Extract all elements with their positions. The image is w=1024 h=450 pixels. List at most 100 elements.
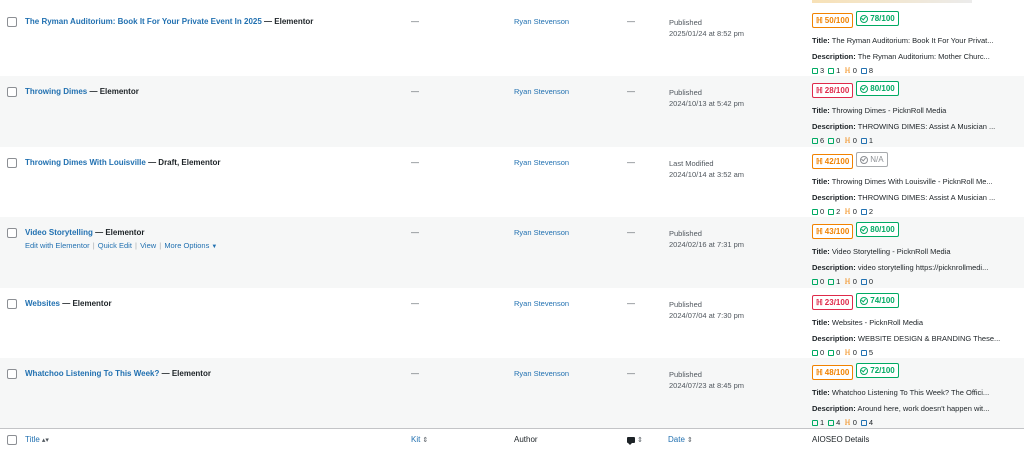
quick-edit-link[interactable]: Quick Edit xyxy=(98,241,132,250)
outbound-links-count: 8 xyxy=(860,66,873,75)
seo-title-line: Title: The Ryman Auditorium: Book It For… xyxy=(812,36,994,45)
post-state: — Elementor xyxy=(161,369,211,378)
seo-title-line: Title: Websites - PicknRoll Media xyxy=(812,318,924,327)
select-all-checkbox[interactable] xyxy=(7,435,17,445)
author-link[interactable]: Ryan Stevenson xyxy=(514,158,569,167)
date-value: 2024/07/23 at 8:45 pm xyxy=(669,381,745,390)
date-value: 2025/01/24 at 8:52 pm xyxy=(669,29,745,38)
outbound-link-icon xyxy=(860,349,867,356)
link-counts: 60 ℍ01 xyxy=(812,136,1018,145)
internal-links-count: 0 xyxy=(812,348,824,357)
seo-description-line: Description: THROWING DIMES: Assist A Mu… xyxy=(812,122,996,131)
link-counts: 14ℍ04 xyxy=(812,418,1018,427)
seo-description-line: Description: video storytelling https://… xyxy=(812,263,989,272)
post-title-link[interactable]: Throwing Dimes With Louisville xyxy=(25,158,146,167)
kit-value: — xyxy=(411,228,419,237)
row-checkbox[interactable] xyxy=(7,17,17,27)
row-checkbox[interactable] xyxy=(7,228,17,238)
more-options-link[interactable]: More Options ▼ xyxy=(164,241,217,250)
post-title-link[interactable]: Video Storytelling xyxy=(25,228,93,237)
headline-score-badge[interactable]: 72/100 xyxy=(856,363,899,378)
headline-score-badge[interactable]: 80/100 xyxy=(856,81,899,96)
headline-score-badge[interactable]: 80/100 xyxy=(856,222,899,237)
table-row: Throwing Dimes With Louisville — Draft, … xyxy=(0,147,1024,218)
trueseo-score-badge[interactable]: ℍ 43/100 xyxy=(812,223,854,239)
view-link[interactable]: View xyxy=(140,241,156,250)
aioseo-details: ℍ 42/100 N/A Title: Throwing Dimes With Lou… xyxy=(812,152,1018,216)
trueseo-score-badge[interactable]: ℍ 23/100 xyxy=(812,294,854,310)
date-cell: Published 2024/07/23 at 8:45 pm xyxy=(669,369,744,391)
aioseo-details: ℍ 28/100 80/100 Title: Throwing Dimes - Pic… xyxy=(812,81,1018,145)
comments-value: — xyxy=(627,228,635,237)
date-status: Published xyxy=(669,88,702,97)
link-counts: 31 ℍ08 xyxy=(812,66,1018,75)
table-row: Throwing Dimes — Elementor — Ryan Stevenso… xyxy=(0,76,1024,147)
internal-link-icon xyxy=(812,67,818,74)
author-link[interactable]: Ryan Stevenson xyxy=(514,369,569,378)
kit-value: — xyxy=(411,17,419,26)
post-title-cell: Video Storytelling — Elementor xyxy=(25,228,144,237)
headline-score-icon xyxy=(860,225,869,234)
row-checkbox[interactable] xyxy=(7,299,17,309)
post-title-link[interactable]: Throwing Dimes xyxy=(25,87,87,96)
date-cell: Last Modified 2024/10/14 at 3:52 am xyxy=(669,158,744,180)
seo-description-line: Description: THROWING DIMES: Assist A Mu… xyxy=(812,193,996,202)
headline-score-badge[interactable]: 78/100 xyxy=(856,11,899,26)
trueseo-icon: ℍ xyxy=(816,156,823,166)
date-column-header[interactable]: Date ⇕ xyxy=(668,435,693,444)
affiliate-links-count: ℍ0 xyxy=(844,277,857,286)
kit-column-header[interactable]: Kit ⇕ xyxy=(411,435,428,444)
author-link[interactable]: Ryan Stevenson xyxy=(514,17,569,26)
table-footer-header: Title ▴▾ Kit ⇕ Author ⇕ Date ⇕ AIOSEO Detai… xyxy=(0,428,1024,450)
table-row: Whatchoo Listening To This Week? — Eleme… xyxy=(0,358,1024,429)
internal-links-count: 3 xyxy=(812,66,824,75)
date-status: Last Modified xyxy=(669,159,714,168)
trueseo-icon: ℍ xyxy=(816,85,823,95)
aioseo-column-header: AIOSEO Details xyxy=(812,435,870,444)
edit-with-elementor-link[interactable]: Edit with Elementor xyxy=(25,241,90,250)
external-link-icon xyxy=(828,349,835,356)
row-checkbox[interactable] xyxy=(7,87,17,97)
headline-score-icon xyxy=(860,366,869,375)
sort-icon: ▴▾ xyxy=(41,437,49,444)
affiliate-link-icon: ℍ xyxy=(844,348,851,357)
link-counts: 02ℍ02 xyxy=(812,207,1018,216)
sort-icon: ⇕ xyxy=(637,437,643,444)
post-title-link[interactable]: Whatchoo Listening To This Week? xyxy=(25,369,159,378)
affiliate-links-count: ℍ0 xyxy=(844,136,857,145)
post-title-cell: Websites — Elementor xyxy=(25,299,112,308)
author-link[interactable]: Ryan Stevenson xyxy=(514,299,569,308)
trueseo-score-badge[interactable]: ℍ 28/100 xyxy=(812,82,854,98)
internal-links-count: 6 xyxy=(812,136,824,145)
comment-bubble-icon xyxy=(627,437,635,445)
trueseo-icon: ℍ xyxy=(816,297,823,307)
title-column-header[interactable]: Title ▴▾ xyxy=(25,435,49,444)
seo-description-line: Description: WEBSITE DESIGN & BRANDING T… xyxy=(812,334,1001,343)
internal-links-count: 0 xyxy=(812,207,824,216)
author-link[interactable]: Ryan Stevenson xyxy=(514,87,569,96)
row-checkbox[interactable] xyxy=(7,369,17,379)
post-state: — Elementor xyxy=(264,17,314,26)
comments-column-header[interactable]: ⇕ xyxy=(627,435,643,445)
trueseo-icon: ℍ xyxy=(816,367,823,377)
trueseo-score-badge[interactable]: ℍ 50/100 xyxy=(812,12,854,28)
trueseo-score-badge[interactable]: ℍ 48/100 xyxy=(812,364,854,380)
aioseo-details: ℍ 50/100 78/100 Title: The Ryman Auditorium… xyxy=(812,11,1018,75)
external-link-icon xyxy=(828,137,835,144)
headline-score-badge[interactable]: N/A xyxy=(856,152,888,167)
post-title-cell: Whatchoo Listening To This Week? — Eleme… xyxy=(25,369,211,378)
row-checkbox[interactable] xyxy=(7,158,17,168)
trueseo-icon: ℍ xyxy=(816,15,823,25)
trueseo-icon: ℍ xyxy=(816,226,823,236)
post-title-cell: The Ryman Auditorium: Book It For Your P… xyxy=(25,17,313,26)
headline-score-badge[interactable]: 74/100 xyxy=(856,293,899,308)
seo-description-line: Description: The Ryman Auditorium: Mothe… xyxy=(812,52,990,61)
date-value: 2024/10/14 at 3:52 am xyxy=(669,170,745,179)
trueseo-score-badge[interactable]: ℍ 42/100 xyxy=(812,153,854,169)
internal-links-count: 1 xyxy=(812,418,824,427)
table-row: Websites — Elementor — Ryan Stevenson — Publ… xyxy=(0,288,1024,359)
date-status: Published xyxy=(669,18,702,27)
post-title-link[interactable]: Websites xyxy=(25,299,60,308)
author-link[interactable]: Ryan Stevenson xyxy=(514,228,569,237)
post-title-link[interactable]: The Ryman Auditorium: Book It For Your P… xyxy=(25,17,262,26)
